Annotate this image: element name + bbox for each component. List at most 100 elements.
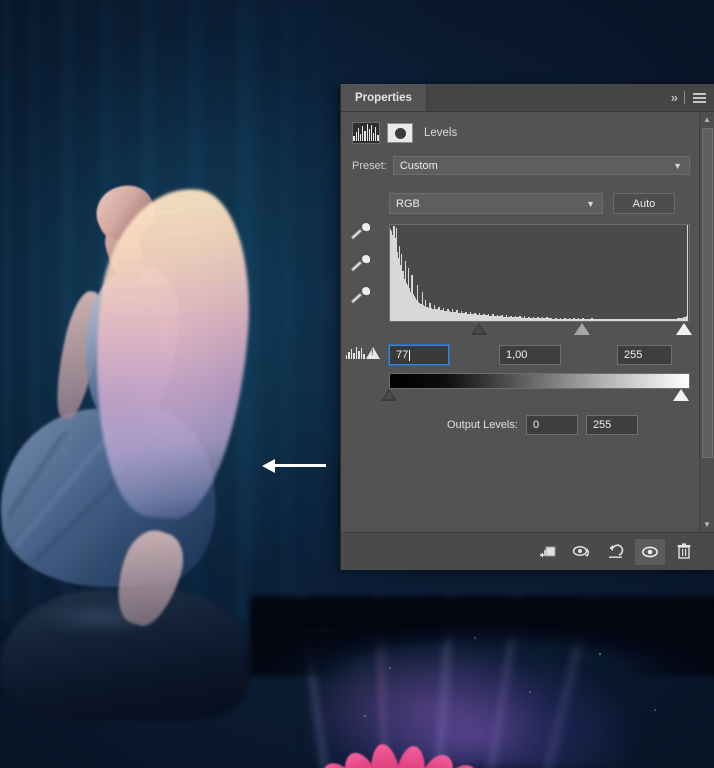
levels-icon-bar [371,125,372,141]
input-shadow-field[interactable]: 77 [389,345,449,365]
warn-histogram-bar [363,354,365,359]
input-highlight-field[interactable]: 255 [617,345,672,365]
levels-icon-bar [360,134,361,141]
text-cursor [409,350,410,361]
screenshot-root: Properties » Levels Preset: Custom ▼ [0,0,714,768]
levels-icon-bar [362,126,363,141]
histogram-area [389,224,690,339]
properties-panel: Properties » Levels Preset: Custom ▼ [340,84,714,570]
trash-icon [676,543,692,560]
levels-icon-bar [358,128,359,141]
chevron-double-right-icon[interactable]: » [671,90,676,105]
output-gradient-bar [389,373,690,389]
warn-histogram-bar [346,355,348,359]
highlight-input-slider[interactable] [676,323,692,335]
arrow-shaft [272,464,326,467]
levels-icon-bar [356,132,357,141]
preset-label: Preset: [352,160,387,172]
channel-select[interactable]: RGB ▼ [389,193,603,214]
artwork-figure [0,140,300,660]
levels-icon-bar [373,133,374,141]
eyedropper-tools [351,222,371,306]
levels-icon-bar [375,127,376,141]
view-previous-state-button[interactable] [567,539,597,565]
output-white-value: 255 [593,419,611,431]
input-levels-fields: 77 1,00 255 [389,345,690,365]
panel-footer [341,532,714,570]
warn-histogram-bar [348,352,350,359]
preset-value: Custom [400,160,438,172]
tab-bar-spacer [427,84,671,111]
set-black-point-eyedropper[interactable] [351,222,371,242]
auto-button[interactable]: Auto [613,193,675,214]
artwork-nebula-edge-shadow [250,596,714,676]
chevron-down-icon: ▼ [586,199,595,209]
levels-histogram[interactable] [389,224,690,322]
panel-scrollbar[interactable]: ▲ ▼ [699,112,714,532]
reset-adjustment-button[interactable] [601,539,631,565]
warn-histogram-bar [358,351,360,359]
toggle-layer-visibility-button[interactable] [635,539,665,565]
warn-histogram-bar [361,348,363,359]
lotus-petal [393,744,430,768]
set-white-point-eyedropper[interactable] [351,286,371,306]
preset-select[interactable]: Custom ▼ [393,156,690,175]
annotation-arrow [262,459,326,473]
output-white-slider[interactable] [673,389,689,401]
output-white-field[interactable]: 255 [586,415,638,435]
histogram-bar [687,225,688,321]
levels-icon-bar [353,136,354,141]
preset-row: Preset: Custom ▼ [341,153,714,175]
clip-to-layer-button[interactable] [533,539,563,565]
output-levels-sliders[interactable] [389,389,690,403]
reset-arrow-icon [607,544,625,560]
levels-icon-bar [364,131,365,141]
input-shadow-value: 77 [396,349,408,361]
scrollbar-thumb[interactable] [702,128,713,458]
input-midtone-field[interactable]: 1,00 [499,345,561,365]
output-black-value: 0 [533,419,539,431]
eye-previous-icon [572,544,592,560]
levels-icon-bar [377,135,378,141]
eye-icon [640,544,660,560]
output-levels-row: Output Levels: 0 255 [389,415,690,435]
levels-icon-bar [367,124,368,141]
tab-properties[interactable]: Properties [341,84,427,111]
set-gray-point-eyedropper[interactable] [351,254,371,274]
scroll-up-arrow[interactable]: ▲ [700,112,714,127]
hamburger-menu-icon[interactable] [693,93,706,103]
layer-mask-thumbnail-icon[interactable] [387,123,413,143]
scrollbar-track[interactable] [700,459,714,517]
levels-histogram-icon [352,122,380,144]
clip-to-layer-icon [539,544,557,560]
output-black-field[interactable]: 0 [526,415,578,435]
header-divider [684,91,685,104]
input-midtone-value: 1,00 [506,349,527,361]
scroll-down-arrow[interactable]: ▼ [700,517,714,532]
levels-icon-bar [369,129,370,141]
channel-row: RGB ▼ Auto [341,175,714,214]
refresh-histogram-icon[interactable] [345,346,365,359]
chevron-down-icon: ▼ [673,161,682,171]
panel-body: Levels Preset: Custom ▼ RGB ▼ Auto [341,112,714,532]
adjustment-title: Levels [424,127,457,139]
midtone-input-slider[interactable] [574,323,590,335]
input-highlight-value: 255 [624,349,642,361]
output-levels-label: Output Levels: [447,419,518,431]
delete-adjustment-layer-button[interactable] [669,539,699,565]
tab-properties-label: Properties [355,92,412,104]
warn-histogram-bar [356,347,358,359]
adjustment-title-row: Levels [341,112,714,153]
artwork-lotus-flower [322,736,482,768]
channel-value: RGB [396,198,420,210]
histogram-warning-group [345,346,380,359]
warning-triangle-icon[interactable] [366,347,380,359]
output-black-slider[interactable] [381,389,397,401]
input-levels-sliders[interactable] [389,323,690,339]
panel-header-controls: » [671,84,714,111]
warn-histogram-bar [353,353,355,359]
artwork-hair-strands [108,210,248,510]
shadow-input-slider[interactable] [471,323,487,335]
panel-tab-bar: Properties » [341,84,714,112]
auto-button-label: Auto [633,198,656,210]
